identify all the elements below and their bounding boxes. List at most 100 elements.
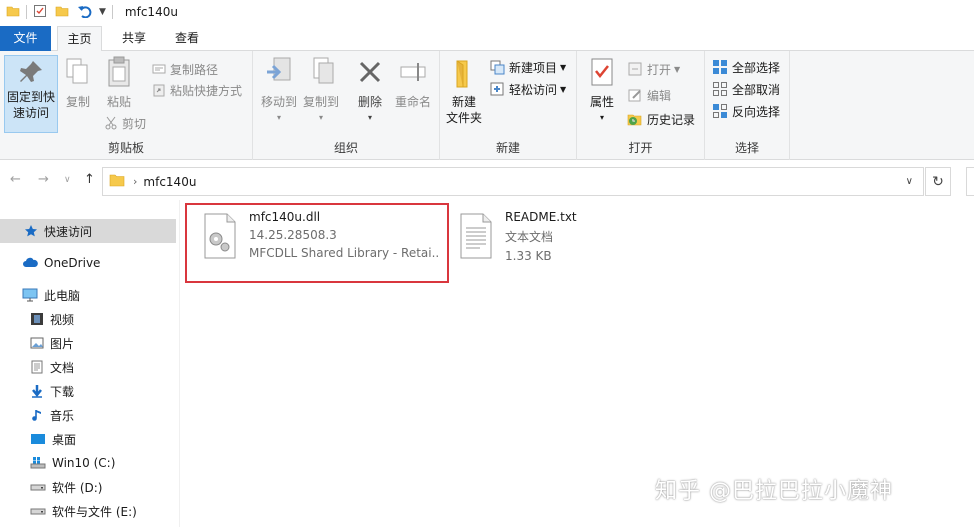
tab-home[interactable]: 主页: [57, 26, 102, 52]
invert-selection-label: 反向选择: [732, 104, 781, 119]
tab-view[interactable]: 查看: [164, 26, 210, 51]
star-icon: [25, 225, 37, 237]
nav-item-drive-e[interactable]: 软件与文件 (E:): [0, 499, 176, 523]
nav-item-downloads[interactable]: 下载: [0, 379, 176, 403]
nav-item-desktop[interactable]: 桌面: [0, 427, 176, 451]
breadcrumb-chevron-icon[interactable]: ›: [133, 175, 137, 188]
forward-arrow-icon[interactable]: →: [38, 172, 49, 187]
new-folder-label-line2: 文件夹: [445, 111, 482, 125]
edit-button[interactable]: 编辑: [627, 85, 671, 105]
open-group-label: 打开: [628, 141, 653, 155]
open-button[interactable]: 打开 ▼: [627, 59, 680, 79]
clipboard-group-label: 剪贴板: [107, 141, 144, 155]
nav-item-this-pc[interactable]: 此电脑: [0, 283, 176, 307]
search-box[interactable]: [966, 167, 974, 196]
file-details: mfc140u.dll 14.25.28508.3 MFCDLL Shared …: [249, 210, 439, 260]
pin-label-line1: 固定到快: [7, 90, 56, 104]
copy-path-button[interactable]: 复制路径: [152, 59, 218, 79]
file-type: 文本文档: [505, 230, 554, 244]
download-arrow-icon: [32, 385, 42, 398]
text-document-icon: [460, 213, 492, 259]
tab-share[interactable]: 共享: [112, 26, 156, 51]
folder-icon: [109, 173, 125, 190]
refresh-button[interactable]: ↻: [925, 167, 951, 196]
file-details: README.txt 文本文档 1.33 KB: [505, 210, 655, 263]
nav-item-pictures[interactable]: 图片: [0, 331, 176, 355]
rename-button[interactable]: 重命名: [391, 55, 435, 110]
nav-item-quick-access[interactable]: 快速访问: [0, 219, 176, 243]
select-all-button[interactable]: 全部选择: [712, 57, 780, 77]
up-arrow-icon[interactable]: ↑: [84, 172, 95, 187]
new-item-icon: [490, 60, 505, 75]
history-icon: [627, 114, 642, 126]
new-folder-button[interactable]: 新建 文件夹: [444, 55, 484, 126]
easy-access-icon: [490, 82, 504, 96]
nav-item-documents[interactable]: 文档: [0, 355, 176, 379]
nav-label: 文档: [50, 360, 75, 375]
nav-item-music[interactable]: 音乐: [0, 403, 176, 427]
desktop-icon: [31, 434, 45, 444]
film-icon: [31, 313, 43, 325]
file-item-dll[interactable]: mfc140u.dll 14.25.28508.3 MFCDLL Shared …: [201, 210, 441, 260]
nav-item-onedrive[interactable]: OneDrive: [0, 251, 176, 275]
properties-quick-icon[interactable]: [33, 4, 47, 21]
select-none-label: 全部取消: [732, 82, 781, 97]
new-item-button[interactable]: 新建项目 ▼: [489, 57, 566, 77]
nav-label: 音乐: [50, 408, 75, 423]
customize-toolbar-chevron-icon[interactable]: ▼: [99, 7, 106, 17]
address-bar[interactable]: › mfc140u ∨: [102, 167, 924, 196]
properties-icon: [591, 58, 613, 86]
history-button[interactable]: 历史记录: [627, 109, 695, 129]
select-none-icon: [713, 82, 727, 96]
new-folder-quick-icon[interactable]: [55, 4, 69, 21]
recent-locations-chevron-icon[interactable]: ∨: [64, 175, 71, 185]
copy-button[interactable]: 复制: [62, 55, 94, 110]
separator: [26, 5, 27, 19]
windows-drive-icon: [30, 457, 46, 469]
select-none-button[interactable]: 全部取消: [712, 79, 780, 99]
cloud-icon: [23, 257, 38, 267]
delete-button[interactable]: 删除 ▾: [353, 55, 387, 126]
paste-shortcut-label: 粘贴快捷方式: [170, 83, 243, 98]
pin-to-quick-access-button[interactable]: 固定到快 速访问: [4, 55, 58, 133]
cut-button[interactable]: 剪切: [104, 113, 146, 133]
organize-group-label: 组织: [333, 141, 358, 155]
easy-access-label: 轻松访问: [509, 82, 558, 97]
new-item-label: 新建项目: [509, 60, 558, 75]
paste-label: 粘贴: [106, 95, 131, 109]
move-to-button[interactable]: 移动到 ▾: [259, 55, 299, 126]
breadcrumb-current[interactable]: mfc140u: [143, 175, 196, 189]
invert-selection-button[interactable]: 反向选择: [712, 101, 780, 121]
copy-icon: [66, 58, 88, 84]
tab-file[interactable]: 文件: [0, 26, 51, 51]
paste-button[interactable]: 粘贴: [102, 55, 136, 110]
nav-item-drive-c[interactable]: Win10 (C:): [0, 451, 176, 475]
nav-label: OneDrive: [44, 256, 101, 270]
nav-label: 下载: [50, 384, 75, 399]
clipboard-icon: [108, 56, 130, 87]
nav-label: 此电脑: [44, 288, 81, 303]
back-arrow-icon[interactable]: ←: [10, 172, 21, 187]
easy-access-button[interactable]: 轻松访问 ▼: [489, 79, 566, 99]
nav-label: 视频: [50, 312, 75, 327]
copy-path-icon: [152, 64, 166, 74]
new-folder-icon: [456, 60, 468, 88]
organize-group: 移动到 ▾ 复制到 ▾ 删除 ▾ 重命名 组织: [253, 51, 440, 160]
nav-item-videos[interactable]: 视频: [0, 307, 176, 331]
copy-to-label: 复制到: [302, 95, 339, 109]
delete-dropdown-icon: ▾: [367, 113, 372, 122]
properties-button[interactable]: 属性 ▾: [583, 55, 621, 126]
address-dropdown-chevron-icon[interactable]: ∨: [906, 176, 913, 187]
pin-icon: [20, 61, 42, 82]
copy-to-button[interactable]: 复制到 ▾: [301, 55, 341, 126]
file-size: 1.33 KB: [505, 249, 552, 263]
copy-label: 复制: [65, 95, 90, 109]
file-item-readme[interactable]: README.txt 文本文档 1.33 KB: [457, 210, 697, 263]
file-version: 14.25.28508.3: [249, 228, 337, 242]
undo-icon[interactable]: [77, 4, 93, 21]
copy-to-icon: [313, 57, 334, 84]
ribbon-tabs: 文件 主页 共享 查看: [0, 26, 974, 52]
paste-shortcut-button[interactable]: 粘贴快捷方式: [152, 80, 242, 100]
rename-label: 重命名: [394, 95, 431, 109]
nav-item-drive-d[interactable]: 软件 (D:): [0, 475, 176, 499]
